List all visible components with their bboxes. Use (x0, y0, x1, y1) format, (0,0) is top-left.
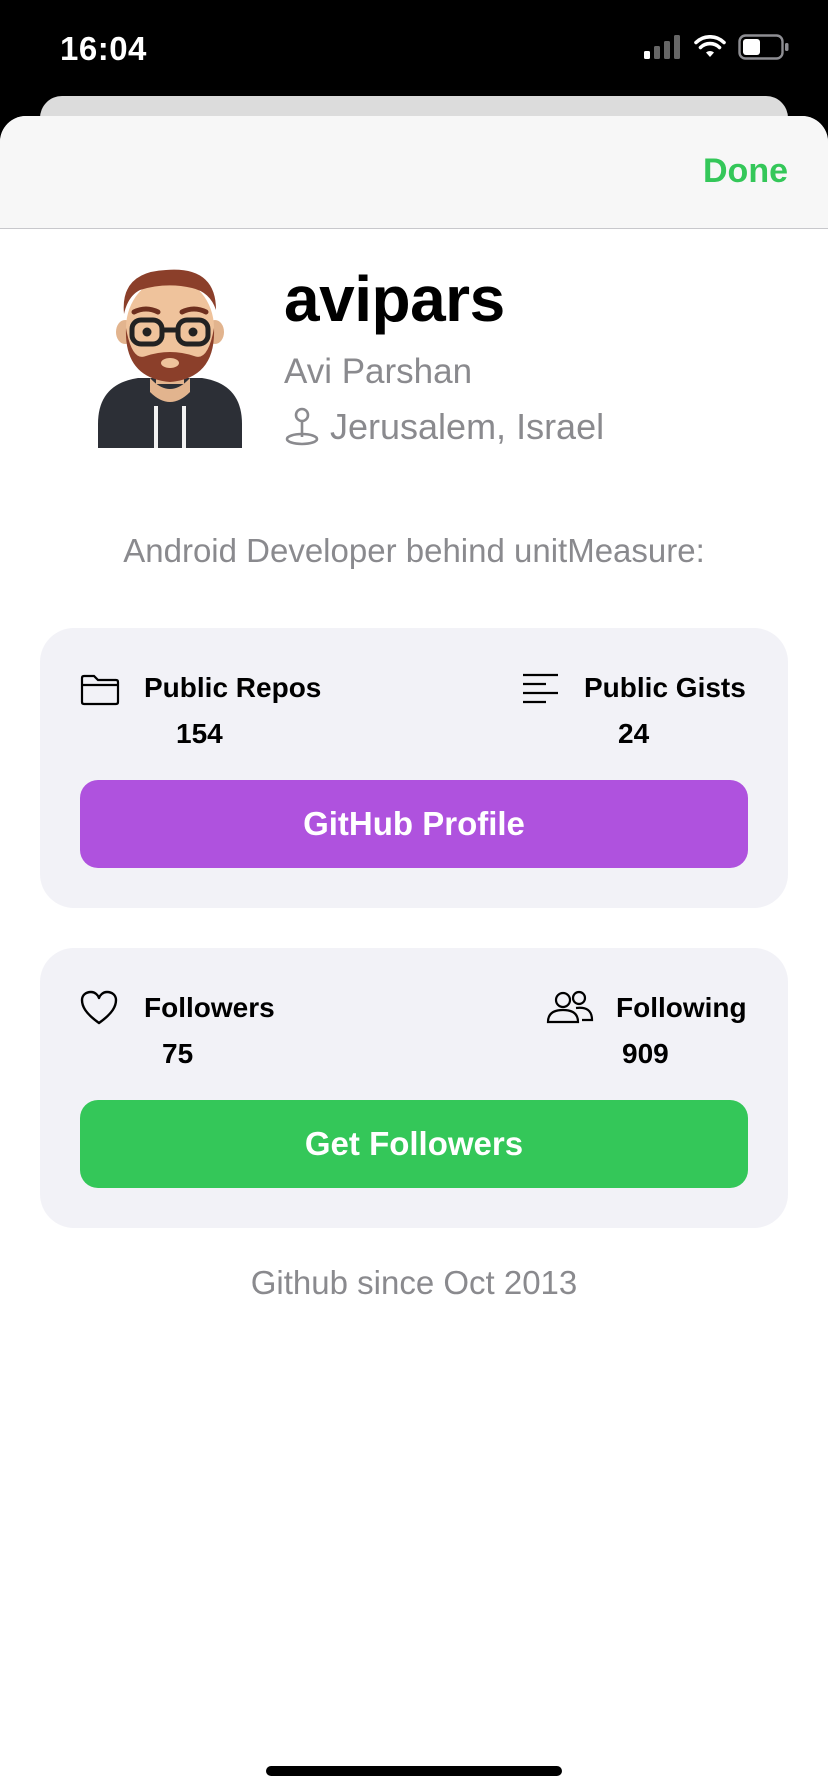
avatar (98, 269, 242, 448)
public-gists-stat: Public Gists 24 (522, 666, 762, 756)
following-value: 909 (622, 1038, 669, 1069)
location: Jerusalem, Israel (284, 406, 604, 448)
following-stat: Following 909 (546, 986, 766, 1076)
text-lines-icon (523, 673, 558, 704)
map-pin-icon (285, 407, 319, 446)
home-indicator[interactable] (266, 1766, 562, 1776)
wifi-icon (694, 35, 726, 57)
get-followers-button[interactable]: Get Followers (80, 1100, 748, 1188)
public-repos-stat: Public Repos 154 (80, 666, 360, 756)
heart-icon (80, 990, 118, 1025)
followers-label: Followers (144, 992, 275, 1023)
battery-icon (738, 34, 789, 60)
repo-stats-card: Public Repos 154 Public Gists 24 GitHub … (40, 628, 788, 908)
followers-stat: Followers 75 (80, 986, 340, 1076)
public-repos-label: Public Repos (144, 672, 322, 703)
status-icons (644, 34, 790, 60)
public-repos-value: 154 (176, 718, 223, 749)
folder-icon (80, 674, 120, 706)
full-name: Avi Parshan (284, 352, 473, 391)
user-info-sheet: Done avipars Avi Parshan Jerusalem, Isra… (0, 116, 828, 1792)
public-gists-value: 24 (618, 718, 650, 749)
github-profile-button[interactable]: GitHub Profile (80, 780, 748, 868)
cellular-signal-icon (644, 35, 680, 59)
status-time: 16:04 (60, 30, 147, 67)
public-gists-label: Public Gists (584, 672, 746, 703)
status-bar: 16:04 (0, 0, 828, 100)
following-label: Following (616, 992, 747, 1023)
people-icon (546, 990, 594, 1024)
followers-value: 75 (162, 1038, 194, 1069)
bio: Android Developer behind unitMeasure: (123, 532, 705, 569)
follower-stats-card: Followers 75 Following 909 Get Followers (40, 948, 788, 1228)
location-label: Jerusalem, Israel (330, 406, 605, 447)
username: avipars (284, 263, 505, 335)
github-since-label: Github since Oct 2013 (250, 1264, 578, 1301)
navigation-bar: Done (0, 116, 828, 229)
done-button[interactable]: Done (703, 152, 788, 191)
